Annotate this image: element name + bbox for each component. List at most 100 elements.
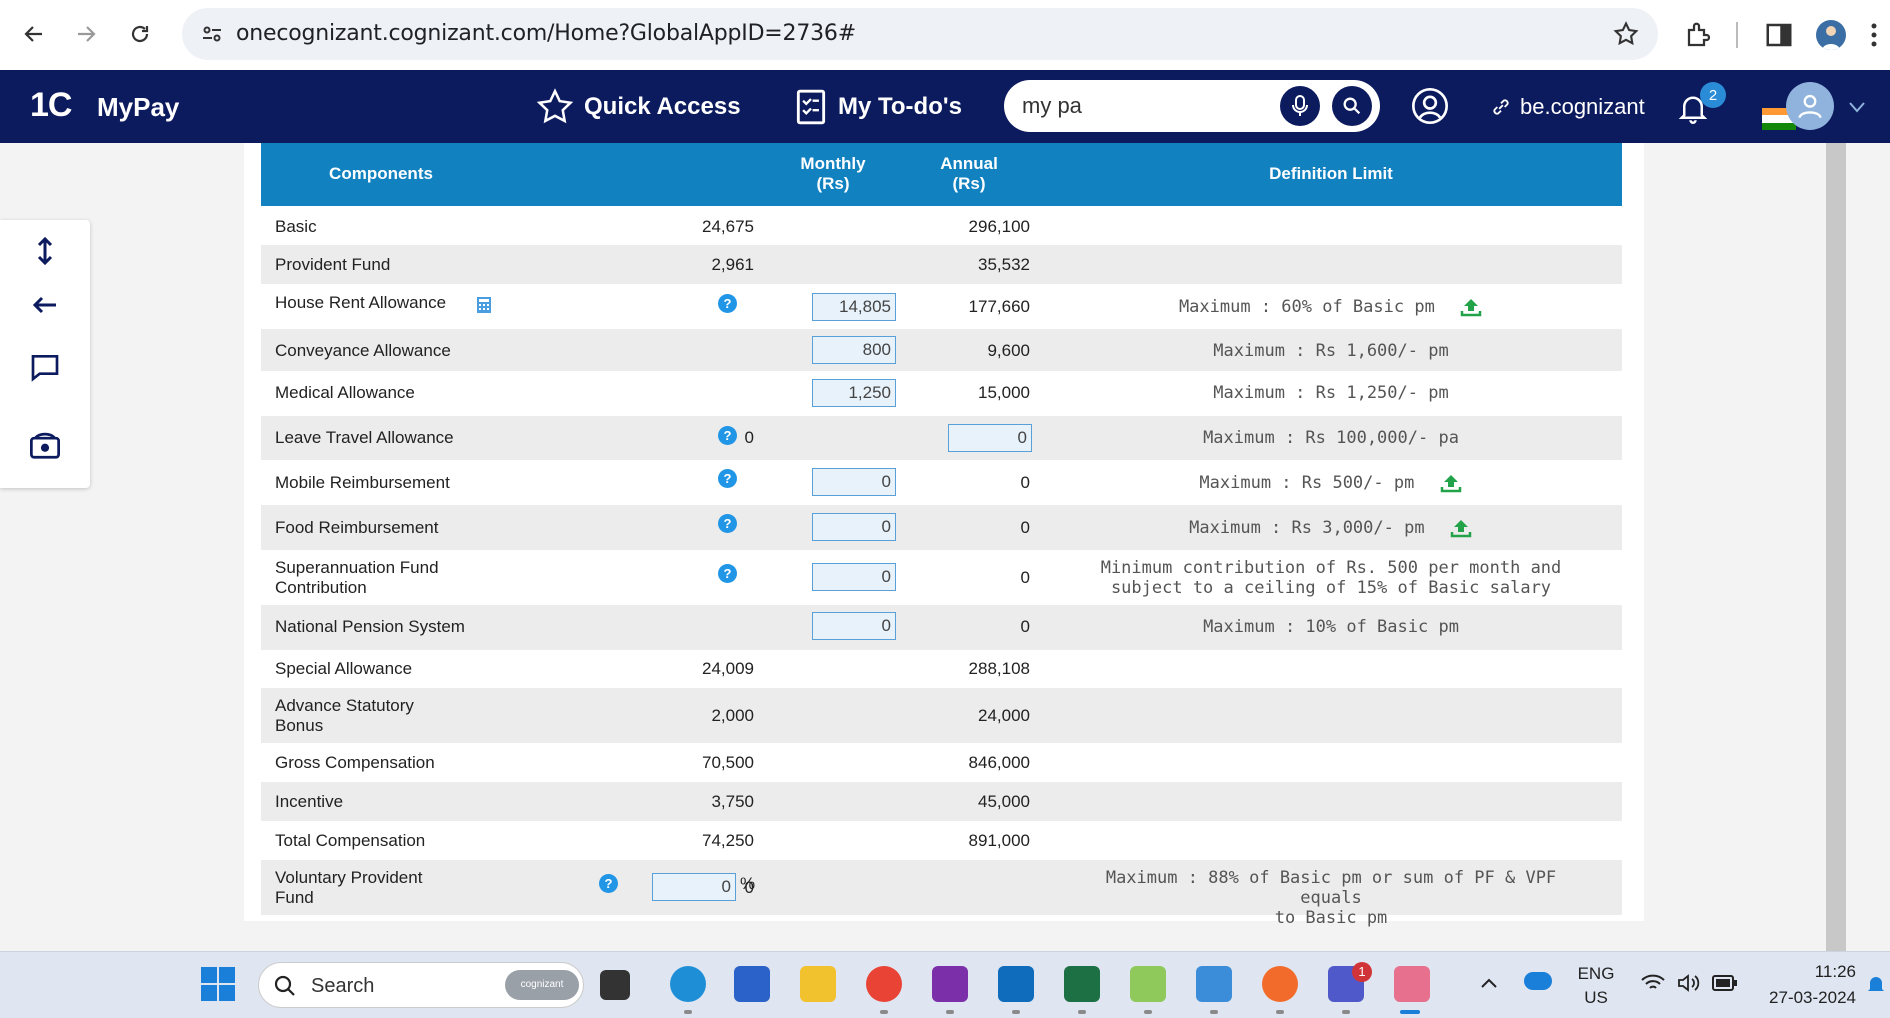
be-cognizant-link[interactable]: be.cognizant: [1490, 94, 1645, 120]
volume-icon[interactable]: [1676, 972, 1702, 999]
help-icon[interactable]: ?: [718, 426, 737, 445]
site-settings-icon[interactable]: [200, 22, 224, 46]
bookmark-star-icon[interactable]: [1612, 20, 1640, 48]
clock-date[interactable]: 27-03-2024: [1756, 988, 1856, 1008]
calculator-icon[interactable]: [476, 296, 492, 319]
table-header: Components Monthly (Rs) Annual (Rs) Defi…: [261, 143, 1622, 206]
row-definition: Minimum contribution of Rs. 500 per mont…: [1081, 558, 1581, 598]
chevron-down-icon[interactable]: [1848, 100, 1866, 119]
row-component: Superannuation Fund Contribution: [275, 558, 439, 598]
upload-icon[interactable]: [1439, 473, 1463, 493]
active-indicator: [1400, 1010, 1420, 1014]
table-row: Gross Compensation 70,500 846,000: [261, 743, 1622, 782]
task-view-icon[interactable]: [600, 970, 630, 1000]
col-annual-line2: (Rs): [952, 174, 986, 193]
expand-vertical-icon[interactable]: [26, 232, 64, 270]
back-arrow-icon[interactable]: [16, 16, 52, 52]
row-annual: 0: [1020, 568, 1030, 587]
help-icon[interactable]: ?: [718, 514, 737, 533]
definition-line2: to Basic pm: [1274, 908, 1388, 928]
annual-input[interactable]: 0: [948, 424, 1032, 452]
running-indicator: [1078, 1010, 1086, 1014]
col-definition-limit: Definition Limit: [1269, 164, 1393, 183]
row-definition: Maximum : 10% of Basic pm: [1203, 617, 1459, 637]
forward-arrow-icon[interactable]: [68, 16, 104, 52]
onenote-icon[interactable]: [932, 966, 968, 1002]
reload-icon[interactable]: [122, 16, 158, 52]
help-icon[interactable]: ?: [718, 469, 737, 488]
sketch-icon[interactable]: [1262, 966, 1298, 1002]
file-explorer-icon[interactable]: [800, 966, 836, 1002]
monthly-input[interactable]: 0: [812, 468, 896, 496]
search-input[interactable]: my pa: [1022, 93, 1082, 119]
monthly-input[interactable]: 0: [812, 563, 896, 591]
monthly-input[interactable]: 14,805: [812, 293, 896, 321]
help-icon[interactable]: ?: [599, 874, 618, 893]
user-search-icon[interactable]: [1410, 86, 1450, 131]
notepad-icon[interactable]: [1196, 966, 1232, 1002]
component-line2: Fund: [275, 888, 314, 907]
extensions-icon[interactable]: [1684, 20, 1714, 50]
help-icon[interactable]: ?: [718, 294, 737, 313]
notification-bell-icon[interactable]: [1866, 974, 1886, 1001]
paint-icon[interactable]: [1130, 966, 1166, 1002]
definition-line1: Maximum : 88% of Basic pm or sum of PF &…: [1105, 868, 1557, 908]
chrome-menu-icon[interactable]: [1870, 20, 1882, 50]
helpdesk-phone-icon[interactable]: [26, 426, 64, 464]
outlook-icon[interactable]: [998, 966, 1034, 1002]
chat-icon[interactable]: [26, 348, 64, 386]
page-scrollbar[interactable]: [1826, 143, 1846, 951]
upload-icon[interactable]: [1459, 297, 1483, 317]
monthly-input[interactable]: 0: [812, 513, 896, 541]
mic-icon[interactable]: [1280, 86, 1320, 126]
windows-start-icon[interactable]: [200, 966, 236, 1007]
excel-icon[interactable]: [1064, 966, 1100, 1002]
lang-line1[interactable]: ENG: [1572, 964, 1620, 984]
back-arrow-icon[interactable]: [26, 286, 64, 324]
row-annual: 45,000: [978, 792, 1030, 811]
table-row: Total Compensation 74,250 891,000: [261, 821, 1622, 860]
table-row: Mobile Reimbursement ? 0 0 Maximum : Rs …: [261, 460, 1622, 505]
windows-taskbar: Search cognizant 1 ENG US 11:26 27-03-20…: [0, 951, 1890, 1018]
search-icon[interactable]: [1332, 86, 1372, 126]
help-icon[interactable]: ?: [718, 564, 737, 583]
wifi-icon[interactable]: [1640, 972, 1666, 999]
snipping-tool-icon[interactable]: [1394, 966, 1430, 1002]
row-component: Special Allowance: [275, 659, 413, 678]
running-indicator: [684, 1010, 692, 1014]
store-icon[interactable]: [734, 966, 770, 1002]
table-row: House Rent Allowance ? 14,805 177,660 Ma…: [261, 284, 1622, 329]
clock-time[interactable]: 11:26: [1756, 962, 1856, 982]
chevron-up-icon[interactable]: [1480, 976, 1498, 994]
running-indicator: [1210, 1010, 1218, 1014]
monthly-input[interactable]: 1,250: [812, 379, 896, 407]
table-row: National Pension System 0 0 Maximum : 10…: [261, 605, 1622, 650]
profile-avatar[interactable]: [1816, 20, 1846, 50]
edge-icon[interactable]: [670, 966, 706, 1002]
row-monthly: 0: [744, 428, 754, 447]
todos-link[interactable]: My To-do's: [794, 88, 962, 126]
taskbar-search[interactable]: Search cognizant: [258, 962, 584, 1008]
header-search[interactable]: my pa: [1004, 80, 1380, 132]
address-bar[interactable]: onecognizant.cognizant.com/Home?GlobalAp…: [182, 8, 1658, 60]
logo[interactable]: 1C: [30, 86, 72, 125]
side-panel-icon[interactable]: [1764, 20, 1794, 50]
row-annual: 0: [1020, 473, 1030, 492]
row-component: Voluntary Provident Fund: [275, 868, 422, 908]
monthly-input[interactable]: 800: [812, 336, 896, 364]
onedrive-icon[interactable]: [1524, 972, 1552, 990]
running-indicator: [1276, 1010, 1284, 1014]
row-monthly: 70,500: [702, 753, 754, 772]
user-avatar[interactable]: [1786, 82, 1834, 130]
chrome-icon[interactable]: [866, 966, 902, 1002]
lang-line2[interactable]: US: [1572, 988, 1620, 1008]
battery-icon[interactable]: [1712, 974, 1738, 997]
table-row: Superannuation Fund Contribution ? 0 0 M…: [261, 550, 1622, 605]
upload-icon[interactable]: [1449, 518, 1473, 538]
row-annual: 0: [1020, 518, 1030, 537]
row-annual: 177,660: [968, 297, 1030, 316]
monthly-input[interactable]: 0: [812, 612, 896, 640]
col-annual: Annual (Rs): [919, 154, 1019, 194]
quick-access-link[interactable]: Quick Access: [536, 88, 741, 126]
vpf-percent-input[interactable]: 0: [652, 873, 736, 901]
